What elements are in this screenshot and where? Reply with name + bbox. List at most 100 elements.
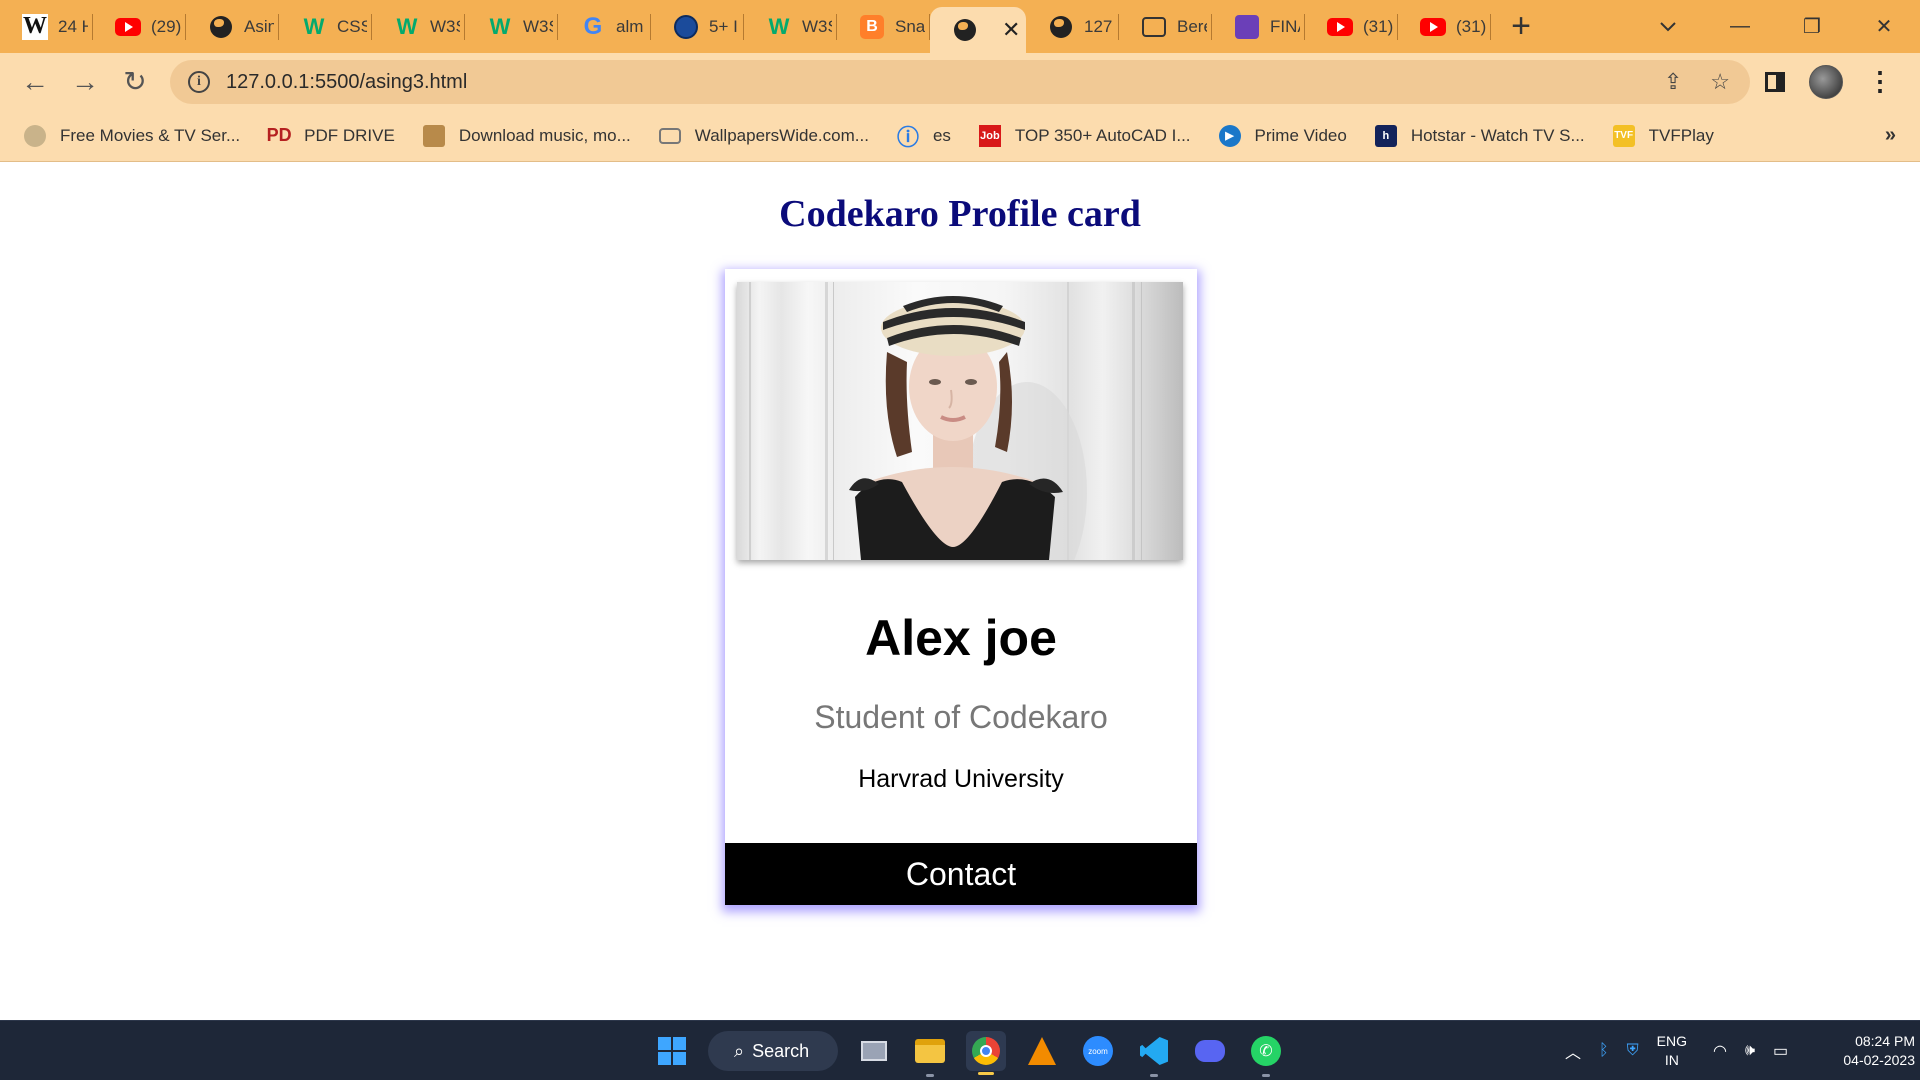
language-code: ENG: [1656, 1033, 1687, 1049]
tab-w3schools[interactable]: W W3S: [465, 0, 558, 53]
bookmark-item[interactable]: h Hotstar - Watch TV S...: [1374, 124, 1585, 147]
bookmark-item[interactable]: ▶ Prime Video: [1218, 124, 1347, 147]
forward-button[interactable]: →: [60, 57, 110, 107]
tab-w3schools[interactable]: W CSS: [279, 0, 372, 53]
task-view-button[interactable]: [854, 1031, 894, 1071]
tab-title: 5+ I: [709, 16, 738, 36]
restore-button[interactable]: ❐: [1776, 0, 1848, 53]
windows-logo-icon: [658, 1037, 686, 1065]
share-icon[interactable]: ⇪: [1664, 69, 1682, 95]
bookmark-item[interactable]: WallpapersWide.com...: [658, 125, 869, 146]
tab-image[interactable]: Bere: [1119, 0, 1212, 53]
bookmark-item[interactable]: Download music, mo...: [422, 124, 631, 147]
tab-globe[interactable]: 127: [1026, 0, 1119, 53]
bookmark-item[interactable]: Free Movies & TV Ser...: [24, 124, 240, 147]
file-explorer-button[interactable]: [910, 1031, 950, 1077]
wallpaper-icon: [658, 127, 681, 144]
bookmark-label: Prime Video: [1254, 125, 1347, 145]
globe-icon: [208, 14, 234, 40]
tab-youtube[interactable]: (29): [93, 0, 186, 53]
bookmark-item[interactable]: Job TOP 350+ AutoCAD I...: [978, 124, 1191, 147]
whatsapp-button[interactable]: ✆: [1246, 1031, 1286, 1077]
youtube-icon: [1420, 14, 1446, 40]
security-shield-icon[interactable]: ⛨: [1627, 1042, 1639, 1060]
discord-button[interactable]: [1190, 1031, 1230, 1071]
battery-icon[interactable]: ▭: [1773, 1041, 1788, 1061]
prime-video-icon: ▶: [1218, 124, 1241, 147]
tab-title: (29): [151, 16, 181, 36]
tab-user[interactable]: 5+ I: [651, 0, 744, 53]
profile-name: Alex joe: [865, 610, 1057, 666]
taskbar-search[interactable]: ⌕ Search: [708, 1031, 838, 1071]
tab-youtube[interactable]: (31): [1398, 0, 1491, 53]
profile-role: Student of Codekaro: [814, 699, 1108, 735]
tab-active[interactable]: ✕: [930, 7, 1026, 53]
bookmark-star-icon[interactable]: ☆: [1710, 69, 1730, 95]
bookmark-label: TOP 350+ AutoCAD I...: [1014, 125, 1191, 145]
w3schools-icon: W: [768, 13, 790, 39]
globe-icon: [952, 17, 978, 43]
show-hidden-icons-chevron-icon[interactable]: ︿: [1565, 1039, 1581, 1063]
bookmarks-bar: Free Movies & TV Ser... PD PDF DRIVE Dow…: [0, 110, 1920, 162]
close-window-button[interactable]: ✕: [1848, 0, 1920, 53]
side-panel-icon[interactable]: [1765, 71, 1785, 92]
tab-title: Sna: [895, 16, 925, 36]
clock[interactable]: 08:24 PM 04-02-2023: [1815, 1032, 1915, 1070]
region-code: IN: [1664, 1052, 1679, 1068]
site-info-icon[interactable]: i: [188, 71, 210, 93]
minimize-button[interactable]: —: [1704, 0, 1776, 53]
tab-blogger[interactable]: B Sna: [837, 0, 930, 53]
tab-list[interactable]: FINA: [1212, 0, 1305, 53]
close-tab-icon[interactable]: ✕: [1002, 17, 1020, 43]
new-tab-button[interactable]: +: [1491, 0, 1551, 53]
tab-title: W3S: [802, 16, 832, 36]
wifi-icon[interactable]: ◠: [1713, 1041, 1727, 1061]
profile-photo-illustration: [749, 282, 1142, 560]
vscode-button[interactable]: [1134, 1031, 1174, 1077]
vlc-cone-icon: [1028, 1037, 1056, 1065]
tab-title: Asin: [244, 16, 274, 36]
zoom-button[interactable]: zoom: [1078, 1031, 1118, 1071]
start-button[interactable]: [652, 1031, 692, 1071]
bookmark-label: WallpapersWide.com...: [694, 125, 869, 145]
globe-icon: [1048, 14, 1074, 40]
tab-title: W3S: [523, 16, 553, 36]
profile-photo: [737, 282, 1183, 560]
vlc-button[interactable]: [1022, 1031, 1062, 1071]
tab-title: Bere: [1177, 16, 1207, 36]
windows-taskbar: ⌕ Search zoom ✆ ︿ ᛒ ⛨ ENG IN ◠ 🕪 ▭ 08:24…: [0, 1020, 1920, 1080]
w3schools-icon: W: [489, 13, 511, 39]
bookmark-item[interactable]: ⓘ es: [897, 125, 951, 150]
bookmark-item[interactable]: PD PDF DRIVE: [267, 125, 395, 147]
whatsapp-icon: ✆: [1251, 1036, 1281, 1066]
tab-globe[interactable]: Asin: [186, 0, 279, 53]
reload-button[interactable]: ↻: [110, 57, 160, 107]
address-bar[interactable]: i 127.0.0.1:5500/asing3.html ⇪ ☆: [170, 60, 1750, 104]
tab-search-chevron-icon[interactable]: [1648, 0, 1688, 53]
volume-icon[interactable]: 🕪: [1745, 1042, 1755, 1060]
tab-w3schools[interactable]: W W3S: [372, 0, 465, 53]
tab-title: FINA: [1270, 16, 1300, 36]
profile-card: Alex joe Student of Codekaro Harvrad Uni…: [725, 269, 1197, 905]
bluetooth-icon[interactable]: ᛒ: [1599, 1042, 1609, 1060]
download-site-icon: [422, 124, 445, 147]
tab-title: 24 H: [58, 16, 88, 36]
back-button[interactable]: ←: [10, 57, 60, 107]
contact-button[interactable]: Contact: [725, 843, 1197, 905]
tab-strip: W 24 H (29) Asin W CSS W W3S W W3S G alm…: [0, 0, 1920, 53]
more-bookmarks-chevron-icon[interactable]: »: [1885, 124, 1896, 147]
tab-w3schools[interactable]: W W3S: [744, 0, 837, 53]
tab-youtube[interactable]: (31): [1305, 0, 1398, 53]
tab-google[interactable]: G alm: [558, 0, 651, 53]
chrome-button[interactable]: [966, 1031, 1006, 1075]
hotstar-icon: h: [1374, 124, 1397, 147]
page-content: Codekaro Profile card Alex joe Student o…: [0, 162, 1920, 1019]
menu-kebab-icon[interactable]: ⋮: [1867, 66, 1893, 97]
profile-avatar[interactable]: [1809, 64, 1843, 99]
language-indicator[interactable]: ENG IN: [1657, 1032, 1687, 1070]
google-icon: G: [583, 12, 603, 40]
tab-title: alm: [616, 16, 644, 36]
url-text[interactable]: 127.0.0.1:5500/asing3.html: [226, 71, 467, 94]
tab-wikipedia[interactable]: W 24 H: [0, 0, 93, 53]
bookmark-item[interactable]: TVF TVFPlay: [1612, 124, 1714, 147]
